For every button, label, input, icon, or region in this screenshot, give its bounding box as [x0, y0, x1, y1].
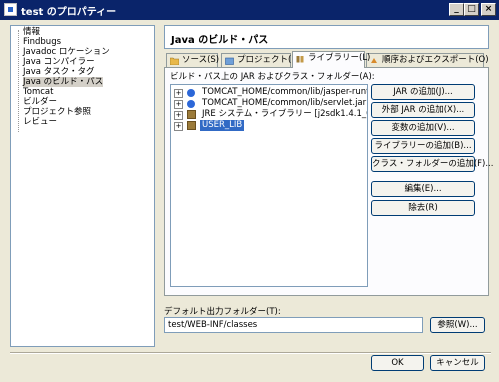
footer-separator	[10, 352, 491, 354]
folder-icon	[170, 57, 179, 65]
property-tree[interactable]: 情報 Findbugs Javadoc ロケーション Java コンパイラー J…	[10, 25, 155, 347]
jar-label: USER_LIB	[200, 120, 245, 131]
minimize-button[interactable]: _	[449, 3, 464, 16]
build-path-list[interactable]: + TOMCAT_HOME/common/lib/jasper-runtime.…	[170, 84, 368, 287]
expand-icon[interactable]: +	[174, 111, 183, 120]
jar-icon	[187, 100, 195, 108]
tree-item-tomcat[interactable]: Tomcat	[23, 87, 53, 97]
add-variable-button[interactable]: 変数の追加(V)...	[371, 120, 475, 136]
title-bar[interactable]: test のプロパティー _ □ ×	[0, 0, 499, 20]
tree-item-java-build-path[interactable]: Java のビルド・パス	[23, 77, 104, 87]
list-item[interactable]: + TOMCAT_HOME/common/lib/servlet.jar - C…	[173, 98, 367, 109]
edit-button[interactable]: 編集(E)...	[371, 181, 475, 197]
tree-item-review[interactable]: レビュー	[23, 117, 57, 127]
add-jar-button[interactable]: JAR の追加(J)...	[371, 84, 475, 100]
tab-order-export-label: 順序およびエクスポート(O)	[382, 55, 489, 65]
tab-order-export[interactable]: 順序およびエクスポート(O)	[366, 53, 489, 67]
jar-icon	[187, 89, 195, 97]
tab-projects[interactable]: プロジェクト(P)	[221, 53, 300, 67]
tree-item-java-compiler[interactable]: Java コンパイラー	[23, 57, 95, 67]
add-library-button[interactable]: ライブラリーの追加(B)...	[371, 138, 475, 154]
maximize-button[interactable]: □	[464, 3, 479, 16]
list-item[interactable]: + USER_LIB	[173, 120, 367, 131]
tree-item-findbugs[interactable]: Findbugs	[23, 37, 61, 47]
window-title: test のプロパティー	[21, 7, 117, 18]
jar-label: JRE システム・ライブラリー [j2sdk1.4.1_07]	[202, 109, 368, 119]
tab-libraries[interactable]: ライブラリー(L)	[292, 51, 370, 68]
expand-icon[interactable]: +	[174, 89, 183, 98]
project-icon	[225, 57, 234, 65]
tree-item-builders[interactable]: ビルダー	[23, 97, 57, 107]
page-title: Java のビルド・パス	[171, 35, 269, 46]
default-output-folder-label: デフォルト出力フォルダー(T):	[164, 307, 281, 317]
expand-icon[interactable]: +	[174, 122, 183, 131]
order-icon	[371, 58, 377, 63]
tree-guide-line	[18, 30, 19, 132]
tree-item-project-references[interactable]: プロジェクト参照	[23, 107, 91, 117]
tree-item-javadoc-location[interactable]: Javadoc ロケーション	[23, 47, 110, 57]
ok-button[interactable]: OK	[371, 355, 424, 371]
library-icon	[187, 121, 196, 130]
add-class-folder-button[interactable]: クラス・フォルダーの追加(F)...	[371, 156, 493, 172]
app-icon	[4, 3, 17, 16]
tab-source[interactable]: ソース(S)	[166, 53, 220, 67]
cancel-button[interactable]: キャンセル	[430, 355, 485, 371]
tree-item-java-task-tags[interactable]: Java タスク・タグ	[23, 67, 95, 77]
remove-button[interactable]: 除去(R)	[371, 200, 475, 216]
jar-label: TOMCAT_HOME/common/lib/servlet.jar - C:\	[202, 98, 368, 108]
jar-label: TOMCAT_HOME/common/lib/jasper-runtime.	[202, 87, 367, 97]
tab-projects-label: プロジェクト(P)	[237, 55, 300, 65]
expand-icon[interactable]: +	[174, 100, 183, 109]
tab-libraries-label: ライブラリー(L)	[308, 53, 371, 63]
build-path-list-label: ビルド・パス上の JAR およびクラス・フォルダー(A):	[170, 72, 375, 82]
page-title-box: Java のビルド・パス	[164, 25, 489, 49]
browse-button[interactable]: 参照(W)...	[430, 317, 485, 333]
close-button[interactable]: ×	[481, 3, 496, 16]
tab-source-label: ソース(S)	[182, 55, 220, 65]
output-folder-field[interactable]	[164, 317, 423, 333]
library-icon	[187, 110, 196, 119]
tree-item-info[interactable]: 情報	[23, 27, 40, 37]
list-item[interactable]: + TOMCAT_HOME/common/lib/jasper-runtime.	[173, 87, 367, 98]
list-item[interactable]: + JRE システム・ライブラリー [j2sdk1.4.1_07]	[173, 109, 367, 120]
library-icon	[296, 56, 304, 63]
add-external-jar-button[interactable]: 外部 JAR の追加(X)...	[371, 102, 475, 118]
